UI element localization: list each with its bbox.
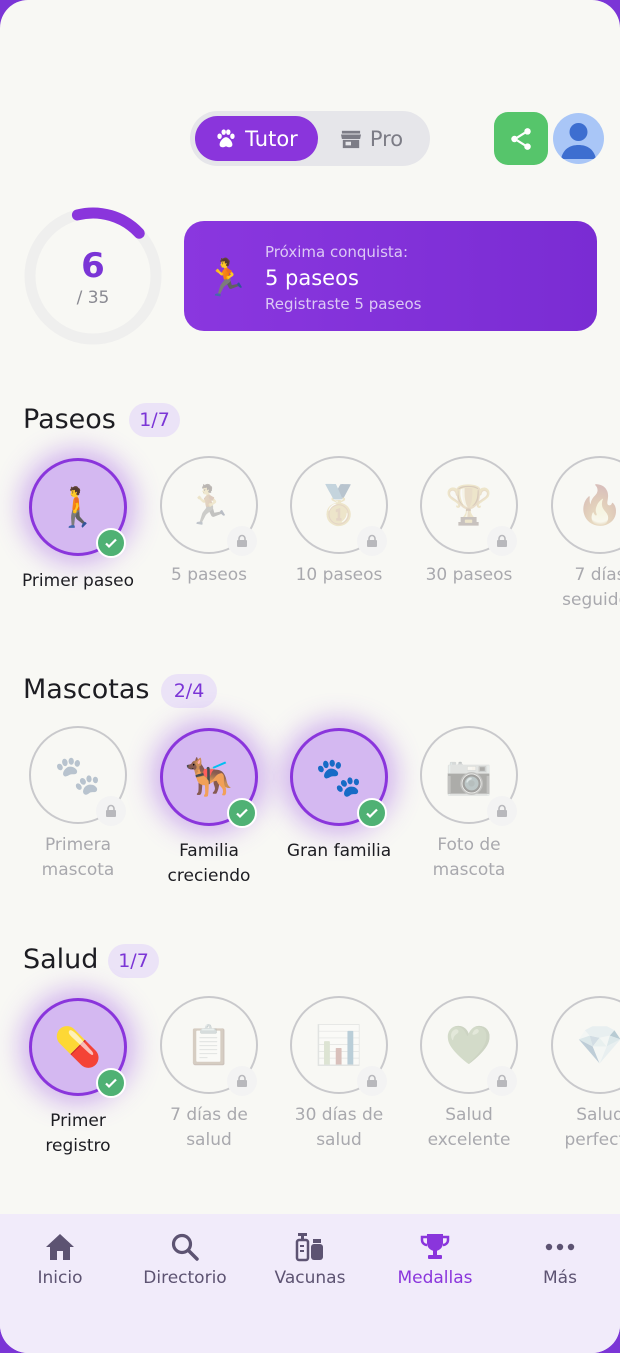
lock-icon <box>487 1066 517 1096</box>
lock-icon <box>487 526 517 556</box>
medals-screen: Tutor Pro 6 / 35 🏃 Próxima conquista: 5 … <box>0 0 620 1353</box>
nav-label: Vacunas <box>274 1268 346 1288</box>
section-count-salud: 1/7 <box>108 944 159 978</box>
medal-icon: 🥇 <box>315 482 363 527</box>
pro-tab-label: Pro <box>369 126 404 151</box>
fire-icon: 🔥 <box>576 482 620 527</box>
lock-icon <box>357 1066 387 1096</box>
next-achievement-label: Próxima conquista: <box>265 243 409 261</box>
medal-name: 7 díasseguidos <box>562 565 620 610</box>
medal-name: Gran familia <box>286 841 392 861</box>
medal-name: 5 paseos <box>170 565 247 585</box>
nav-item-directorio[interactable]: Directorio <box>123 1230 247 1288</box>
share-button[interactable] <box>494 112 548 165</box>
nav-item-mas[interactable]: Más <box>498 1230 620 1288</box>
medal-7-dias-seguidos[interactable]: 🔥 7 díasseguidos <box>535 456 620 626</box>
mode-toggle: Tutor Pro <box>190 111 430 166</box>
section-count-mascotas: 2/4 <box>161 674 217 708</box>
nav-item-inicio[interactable]: Inicio <box>0 1230 122 1288</box>
lock-icon <box>357 526 387 556</box>
lock-icon <box>227 1066 257 1096</box>
clipboard-icon: 📋 <box>185 1022 233 1067</box>
next-achievement-card[interactable]: 🏃 Próxima conquista: 5 paseos Registrast… <box>184 221 597 331</box>
pro-tab[interactable]: Pro <box>318 116 425 161</box>
paw-prints-icon: 🐾 <box>54 752 102 797</box>
progress-ring: 6 / 35 <box>23 206 163 346</box>
bar-chart-icon: 📊 <box>315 1022 363 1067</box>
medal-name: Primer registro <box>45 1111 111 1156</box>
section-title-salud: Salud <box>23 944 99 975</box>
medal-salud-perfecta[interactable]: 💎 Saludperfecta <box>535 996 620 1166</box>
medal-name: 30 días de salud <box>294 1105 384 1150</box>
trophy-icon <box>373 1230 497 1264</box>
paw-icon <box>217 128 235 147</box>
nav-label: Más <box>543 1268 577 1288</box>
paw-prints-icon: 🐾 <box>315 754 363 799</box>
check-icon <box>96 528 126 558</box>
person-walking-icon: 🚶 <box>54 484 102 529</box>
check-icon <box>227 798 257 828</box>
avatar[interactable] <box>553 113 604 164</box>
nav-item-vacunas[interactable]: Vacunas <box>248 1230 372 1288</box>
pill-icon: 💊 <box>54 1024 102 1069</box>
medal-name: Primera mascota <box>41 835 115 880</box>
green-heart-icon: 💚 <box>445 1022 493 1067</box>
vaccine-icon <box>248 1230 372 1264</box>
medal-name: Foto de mascota <box>432 835 506 880</box>
section-title-paseos: Paseos <box>23 404 116 435</box>
home-icon <box>0 1230 122 1264</box>
medal-name: 30 paseos <box>425 565 513 585</box>
nav-label: Medallas <box>397 1268 473 1288</box>
service-dog-icon: 🐕‍🦺 <box>185 754 233 799</box>
medal-name: 10 paseos <box>295 565 383 585</box>
next-achievement-title: 5 paseos <box>265 266 359 290</box>
share-icon <box>511 127 531 150</box>
section-count-paseos: 1/7 <box>129 403 180 437</box>
nav-label: Inicio <box>37 1268 83 1288</box>
nav-item-medallas[interactable]: Medallas <box>373 1230 497 1288</box>
gem-icon: 💎 <box>576 1022 620 1067</box>
total-count: / 35 <box>76 288 110 308</box>
camera-icon: 📷 <box>445 752 493 797</box>
earned-count: 6 <box>81 246 105 286</box>
check-icon <box>96 1068 126 1098</box>
store-icon <box>340 130 361 148</box>
more-icon <box>498 1230 620 1264</box>
bottom-nav: Inicio Directorio Vacunas Medallas Más <box>0 1214 620 1353</box>
lock-icon <box>227 526 257 556</box>
search-icon <box>123 1230 247 1264</box>
user-icon <box>561 123 596 159</box>
person-running-icon: 🏃 <box>185 482 233 527</box>
medal-name: 7 días de salud <box>170 1105 248 1150</box>
next-achievement-subtitle: Registraste 5 paseos <box>265 295 422 313</box>
lock-icon <box>96 796 126 826</box>
medal-name: Primer paseo <box>21 571 134 591</box>
section-title-mascotas: Mascotas <box>23 674 150 705</box>
medal-name: Salud excelente <box>427 1105 511 1150</box>
tutor-tab-label: Tutor <box>245 126 298 151</box>
medal-name: Saludperfecta <box>564 1105 620 1150</box>
check-icon <box>357 798 387 828</box>
trophy-icon: 🏆 <box>445 482 493 527</box>
lock-icon <box>487 796 517 826</box>
person-running-icon: 🏃 <box>204 258 249 299</box>
nav-label: Directorio <box>143 1268 227 1288</box>
tutor-tab[interactable]: Tutor <box>195 116 318 161</box>
medal-name: Familia creciendo <box>167 841 251 886</box>
